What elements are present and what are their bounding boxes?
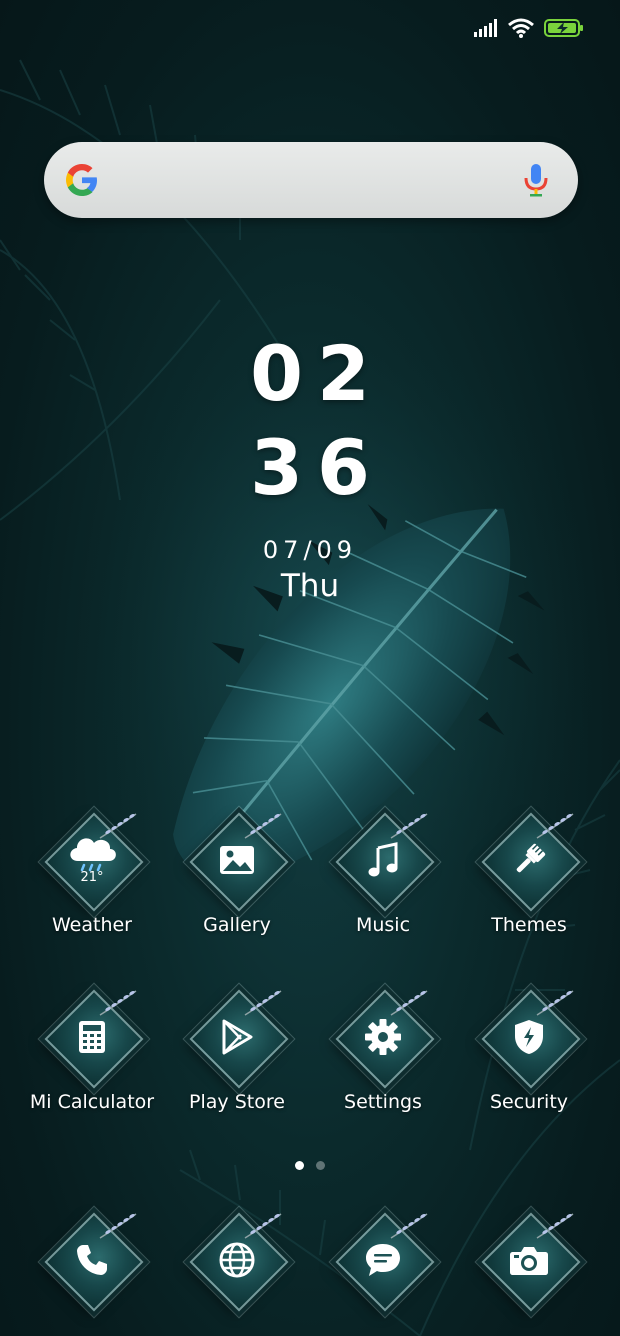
dock-camera[interactable] [456,1212,602,1312]
page-dot[interactable] [316,1161,325,1170]
lavender-sprig-icon [536,990,574,1016]
dock-browser[interactable] [164,1212,310,1312]
google-search-bar[interactable] [44,142,578,218]
wifi-icon [508,18,534,38]
app-weather[interactable]: 21° Weather [19,812,165,936]
app-mi-calculator[interactable]: Mi Calculator [19,989,165,1113]
app-label: Themes [491,914,567,936]
app-label: Music [355,914,411,936]
app-label: Gallery [203,914,271,936]
clock-date: 07/09 [262,536,358,564]
lavender-sprig-icon [244,1213,282,1239]
battery-charging-icon [544,18,584,38]
google-g-icon [64,162,100,198]
app-gallery[interactable]: Gallery [164,812,310,936]
lavender-sprig-icon [390,990,428,1016]
app-music[interactable]: Music [310,812,456,936]
lavender-sprig-icon [390,813,428,839]
status-bar [474,16,584,40]
app-play-store[interactable]: Play Store [164,989,310,1113]
lavender-sprig-icon [536,1213,574,1239]
lavender-sprig-icon [244,813,282,839]
lavender-sprig-icon [99,1213,137,1239]
lavender-sprig-icon [99,990,137,1016]
clock-hour[interactable]: 02 [0,334,620,414]
lavender-sprig-icon [536,813,574,839]
app-themes[interactable]: Themes [456,812,602,936]
clock-minute[interactable]: 36 [0,428,620,508]
app-label: Mi Calculator [29,1091,155,1113]
weather-temperature: 21° [80,870,104,885]
clock-weekday: Thu [280,568,340,604]
microphone-icon[interactable] [522,162,550,198]
dock-messages[interactable] [310,1212,456,1312]
page-indicator[interactable] [0,1161,620,1170]
lavender-sprig-icon [390,1213,428,1239]
cellular-signal-icon [474,19,498,37]
app-settings[interactable]: Settings [310,989,456,1113]
dock-phone[interactable] [19,1212,165,1312]
app-label: Security [489,1091,569,1113]
lavender-sprig-icon [244,990,282,1016]
app-security[interactable]: Security [456,989,602,1113]
app-label: Weather [52,914,132,936]
home-screen: 02 36 07/09 Thu 21° Weather Gallery Musi… [0,0,620,1336]
app-label: Settings [344,1091,422,1113]
app-label: Play Store [189,1091,285,1113]
lavender-sprig-icon [99,813,137,839]
page-dot-active[interactable] [295,1161,304,1170]
